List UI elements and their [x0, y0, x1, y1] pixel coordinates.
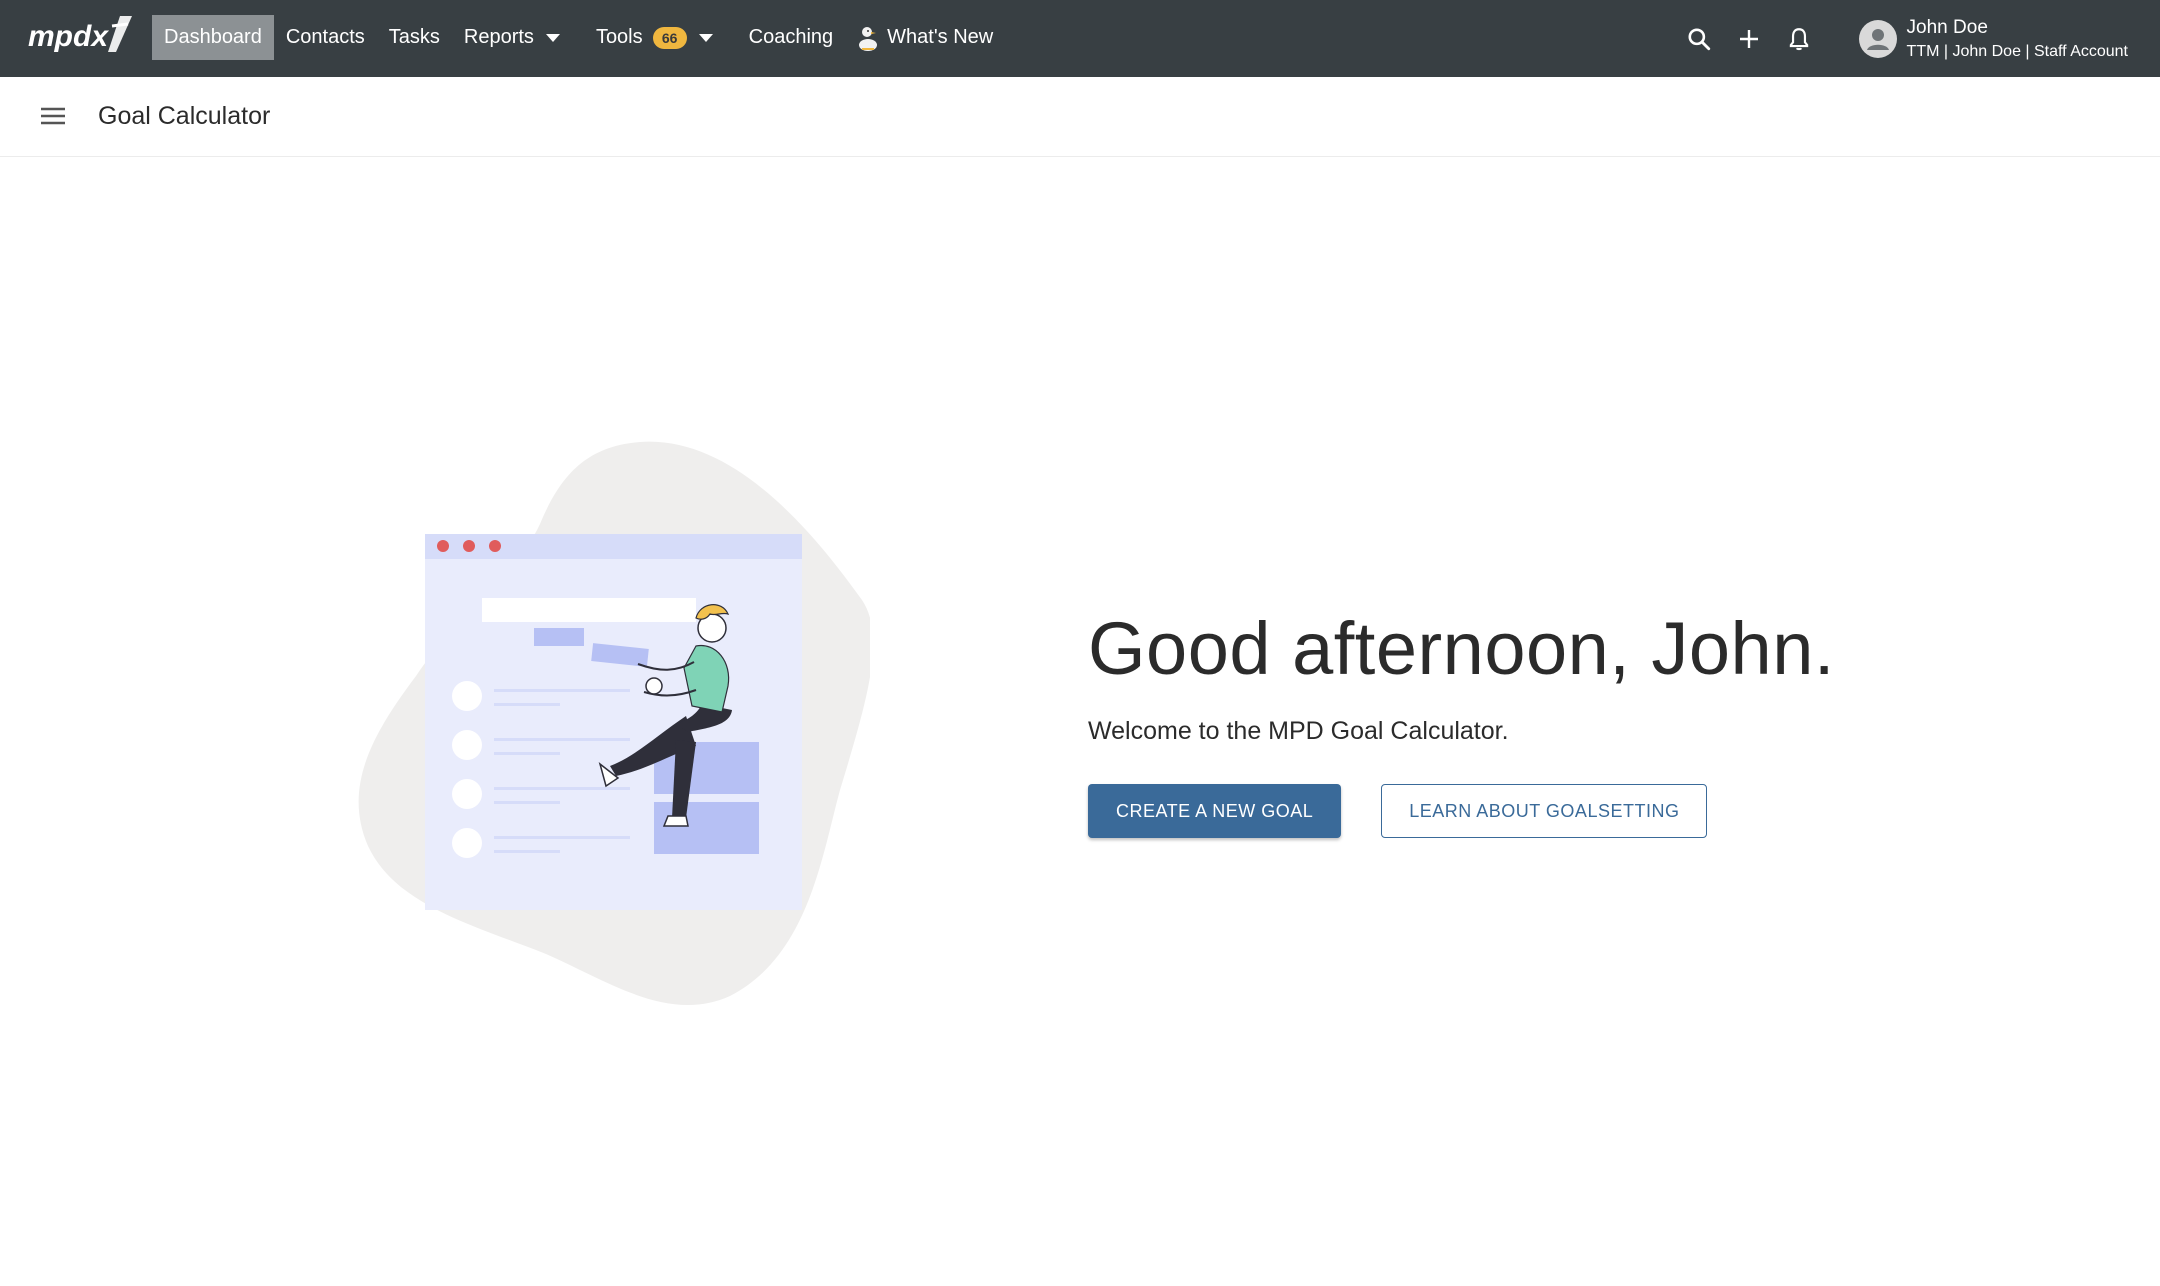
create-new-goal-button[interactable]: CREATE A NEW GOAL — [1088, 784, 1342, 838]
nav-dashboard-label: Dashboard — [164, 26, 262, 48]
search-button[interactable] — [1681, 21, 1717, 57]
page-header: Goal Calculator — [0, 77, 2160, 157]
goal-illustration-svg — [358, 441, 874, 1005]
nav-contacts-label: Contacts — [285, 26, 365, 48]
add-button[interactable] — [1731, 21, 1767, 57]
nav-coaching-label: Coaching — [748, 26, 834, 48]
svg-text:mpdx: mpdx — [28, 20, 109, 53]
page-title: Goal Calculator — [98, 102, 271, 130]
toolbar-right: John Doe TTM | John Doe | Staff Account — [1681, 0, 2160, 77]
user-account-subtitle: TTM | John Doe | Staff Account — [1906, 42, 2128, 60]
sidebar-toggle-button[interactable] — [36, 99, 70, 133]
mpdx-logo-mark: mpdx — [28, 16, 132, 53]
avatar — [1858, 19, 1897, 58]
nav-contacts[interactable]: Contacts — [274, 15, 377, 60]
welcome-text: Welcome to the MPD Goal Calculator. — [1088, 717, 1509, 745]
nav-whats-new[interactable]: What's New — [845, 15, 1005, 60]
bell-icon — [1789, 27, 1808, 50]
goal-illustration — [356, 436, 874, 1006]
main-nav: Dashboard Contacts Tasks Reports Tools 6… — [152, 15, 1005, 60]
nav-dashboard[interactable]: Dashboard — [152, 15, 274, 60]
tools-count-badge: 66 — [652, 26, 687, 49]
learn-about-goalsetting-button[interactable]: LEARN ABOUT GOALSETTING — [1381, 784, 1708, 838]
duck-icon — [859, 26, 878, 51]
user-avatar-icon — [1866, 28, 1889, 50]
nav-tools[interactable]: Tools 66 — [584, 15, 725, 60]
user-info: John Doe TTM | John Doe | Staff Account — [1907, 15, 2128, 63]
nav-reports-label: Reports — [463, 26, 534, 48]
add-icon — [1739, 29, 1758, 48]
nav-tasks-label: Tasks — [388, 26, 440, 48]
chevron-down-icon — [698, 33, 713, 42]
notifications-button[interactable] — [1781, 21, 1817, 57]
nav-whats-new-label: What's New — [887, 26, 994, 48]
chevron-down-icon — [545, 33, 560, 42]
user-name: John Doe — [1906, 16, 1988, 38]
mpdx-logo[interactable]: mpdx — [28, 12, 136, 58]
hamburger-icon — [41, 107, 65, 125]
nav-coaching[interactable]: Coaching — [737, 15, 846, 60]
search-icon — [1688, 27, 1710, 50]
nav-tools-label: Tools — [595, 26, 643, 48]
user-menu[interactable]: John Doe TTM | John Doe | Staff Account — [1858, 15, 2128, 63]
greeting-heading: Good afternoon, John. — [1088, 607, 1835, 690]
top-navigation-bar: mpdx Dashboard Contacts Tasks Reports To… — [0, 0, 2160, 77]
nav-tasks[interactable]: Tasks — [377, 15, 452, 60]
hero-section: Good afternoon, John. Welcome to the MPD… — [1088, 604, 1988, 838]
hero-actions: CREATE A NEW GOAL LEARN ABOUT GOALSETTIN… — [1088, 784, 1988, 838]
nav-reports[interactable]: Reports — [452, 15, 572, 60]
